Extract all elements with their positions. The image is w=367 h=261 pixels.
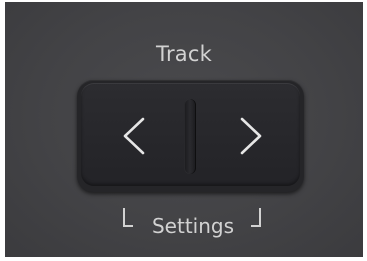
chevron-left-icon [123,117,145,155]
track-rocker-button [81,83,300,186]
track-label: Track [156,42,212,66]
control-panel: Track Settings [5,2,363,257]
bracket-left-icon [123,208,133,227]
bracket-right-icon [251,208,261,227]
settings-shift-label: Settings [122,206,262,238]
track-next-button[interactable] [191,83,300,186]
track-button-housing [77,80,304,192]
settings-label: Settings [151,214,235,238]
chevron-right-icon [240,117,262,155]
track-previous-button[interactable] [81,83,190,186]
